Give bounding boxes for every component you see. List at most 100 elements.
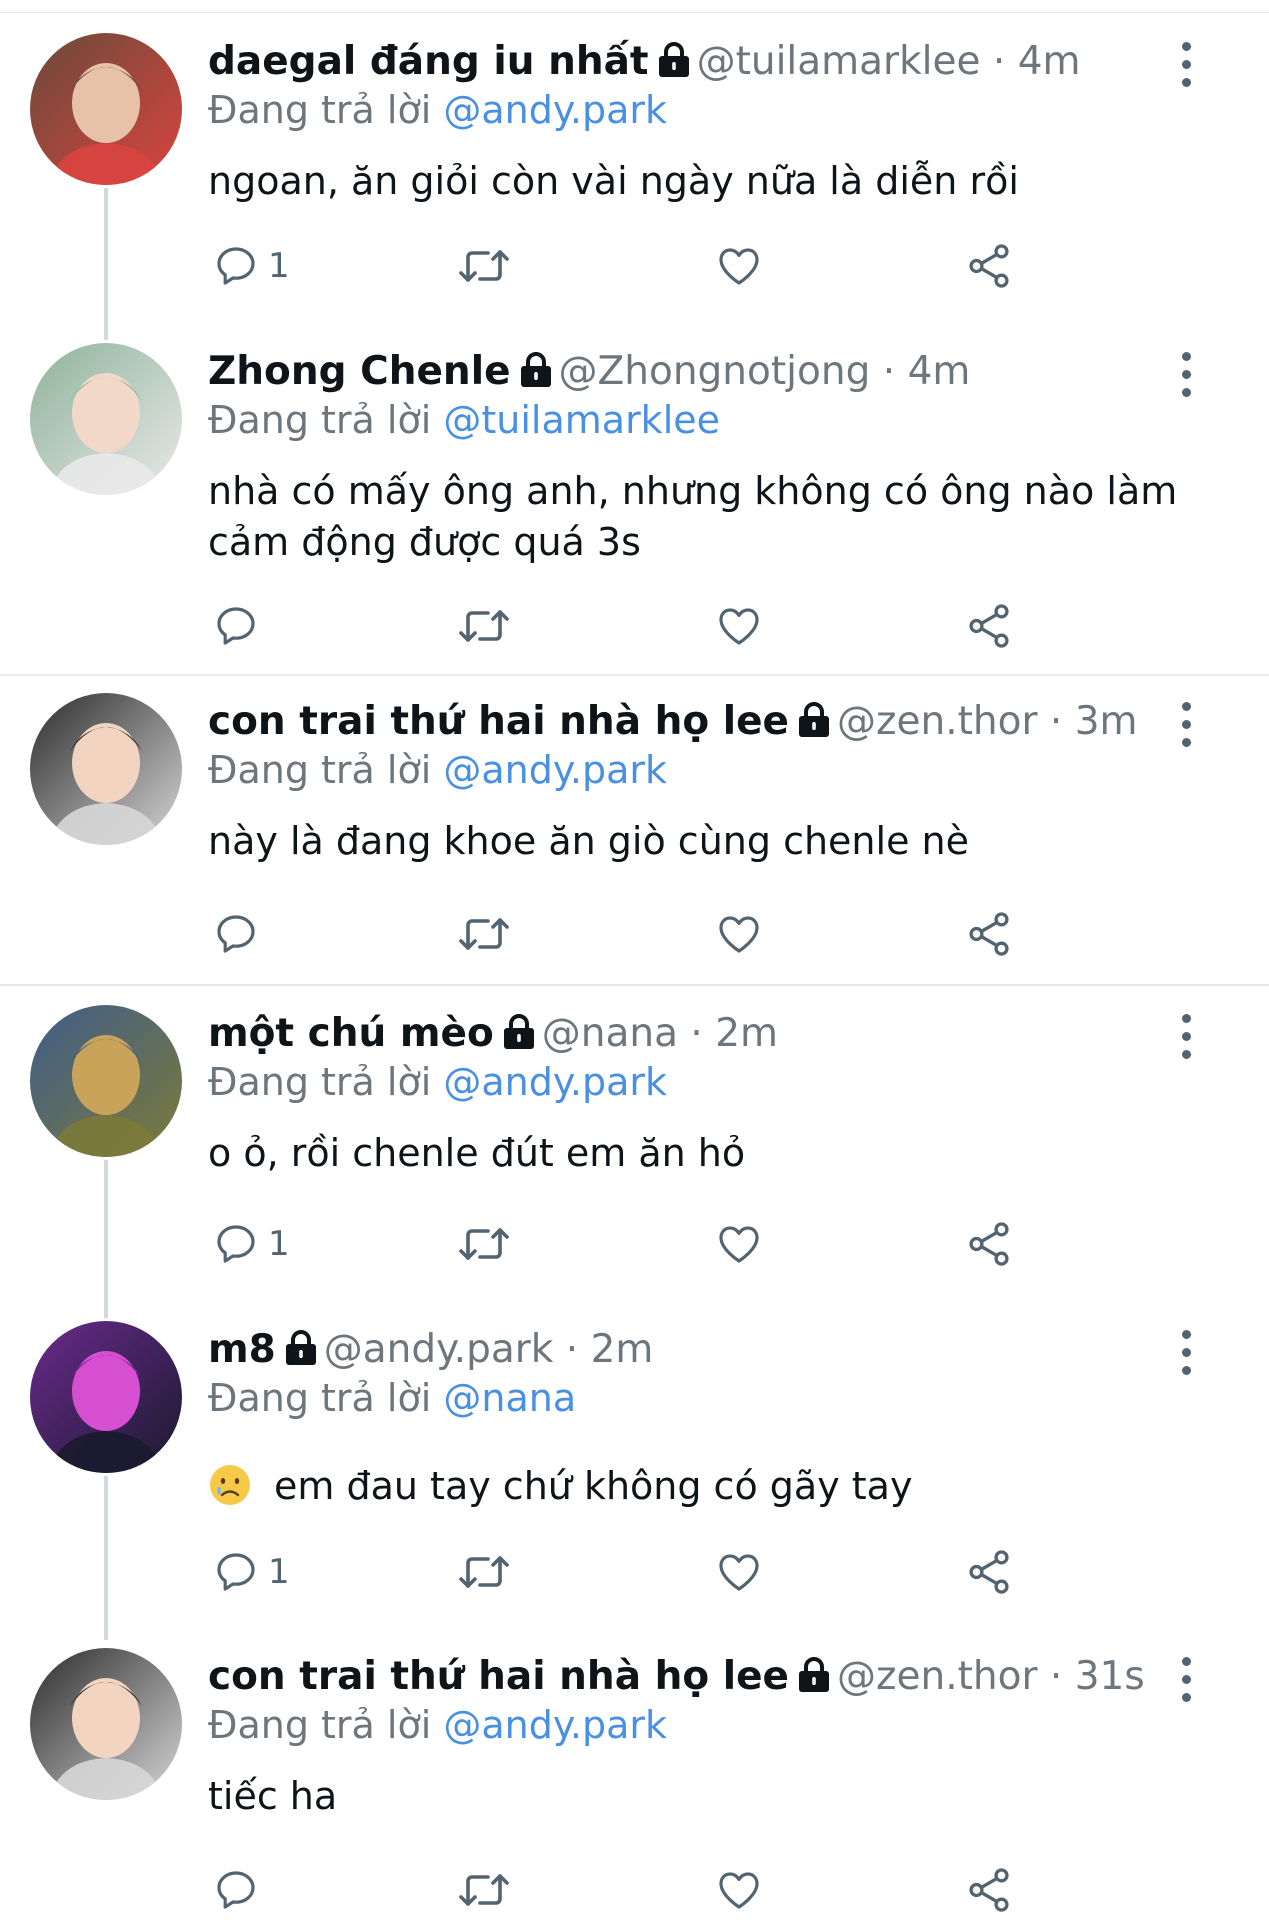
reply-button[interactable] [212, 596, 268, 656]
reply-mention-link[interactable]: @tuilamarklee [443, 398, 720, 442]
user-handle[interactable]: @andy.park [324, 1327, 554, 1372]
tweet-header: Zhong Chenle @Zhongnotjong · 4m [208, 348, 970, 400]
replying-to: Đang trả lời @tuilamarklee [208, 396, 720, 444]
more-options-icon[interactable] [1176, 42, 1196, 102]
like-icon [714, 602, 764, 650]
avatar[interactable] [30, 693, 182, 845]
share-button[interactable] [964, 904, 1014, 964]
separator-dot: · [992, 39, 1006, 84]
retweet-button[interactable] [456, 596, 512, 656]
like-button[interactable] [714, 236, 764, 296]
display-name[interactable]: m8 [208, 1327, 276, 1372]
reply-button[interactable] [212, 904, 268, 964]
thread-line [104, 1476, 108, 1640]
tweet-text-body: ngoan, ăn giỏi còn vài ngày nữa là diễn … [208, 159, 1019, 203]
display-name[interactable]: Zhong Chenle [208, 349, 511, 394]
share-button[interactable] [964, 1542, 1014, 1602]
replying-to-label: Đang trả lời [208, 748, 432, 792]
lock-icon [284, 1330, 318, 1378]
separator-dot: · [882, 349, 896, 394]
timestamp[interactable]: 31s [1075, 1654, 1145, 1699]
like-button[interactable] [714, 904, 764, 964]
reply-count: 1 [268, 246, 290, 286]
display-name[interactable]: một chú mèo [208, 1011, 494, 1056]
like-button[interactable] [714, 1214, 764, 1274]
reply-button[interactable] [212, 1860, 268, 1920]
avatar[interactable] [30, 1321, 182, 1473]
tweet-actions: 1 [208, 1214, 1028, 1274]
replying-to: Đang trả lời @andy.park [208, 1058, 667, 1106]
more-options-icon[interactable] [1176, 1014, 1196, 1074]
replying-to-label: Đang trả lời [208, 398, 432, 442]
avatar[interactable] [30, 33, 182, 185]
avatar[interactable] [30, 1005, 182, 1157]
retweet-button[interactable] [456, 1214, 512, 1274]
reply-mention-link[interactable]: @andy.park [443, 1060, 667, 1104]
like-button[interactable] [714, 1542, 764, 1602]
display-name[interactable]: con trai thứ hai nhà họ lee [208, 699, 789, 744]
share-icon [964, 1219, 1014, 1269]
like-button[interactable] [714, 1860, 764, 1920]
reply-button[interactable]: 1 [212, 1214, 290, 1274]
avatar[interactable] [30, 1648, 182, 1800]
replying-to-label: Đang trả lời [208, 1376, 432, 1420]
thread-divider [0, 984, 1269, 986]
reply-mention-link[interactable]: @nana [443, 1376, 576, 1420]
like-button[interactable] [714, 596, 764, 656]
reply-mention-link[interactable]: @andy.park [443, 88, 667, 132]
like-icon [714, 1220, 764, 1268]
reply-icon [212, 602, 260, 650]
retweet-icon [456, 1866, 512, 1914]
like-icon [714, 1548, 764, 1596]
timestamp[interactable]: 2m [591, 1327, 654, 1372]
share-button[interactable] [964, 596, 1014, 656]
user-handle[interactable]: @nana [542, 1011, 678, 1056]
tweet-text: này là đang khoe ăn giò cùng chenle nè [208, 816, 1218, 867]
tweet-actions: 1 [208, 1542, 1028, 1602]
thread-line [104, 1160, 108, 1318]
reply-mention-link[interactable]: @andy.park [443, 1703, 667, 1747]
reply-count: 1 [268, 1224, 290, 1264]
tweet-header: một chú mèo @nana · 2m [208, 1010, 778, 1062]
user-handle[interactable]: @zen.thor [837, 699, 1037, 744]
user-handle[interactable]: @zen.thor [837, 1654, 1037, 1699]
timestamp[interactable]: 3m [1075, 699, 1138, 744]
share-icon [964, 1547, 1014, 1597]
more-options-icon[interactable] [1176, 702, 1196, 762]
more-options-icon[interactable] [1176, 352, 1196, 412]
share-button[interactable] [964, 1860, 1014, 1920]
lock-icon [797, 1657, 831, 1705]
more-options-icon[interactable] [1176, 1330, 1196, 1390]
replying-to: Đang trả lời @andy.park [208, 746, 667, 794]
display-name[interactable]: con trai thứ hai nhà họ lee [208, 1654, 789, 1699]
reply-button[interactable]: 1 [212, 236, 290, 296]
user-handle[interactable]: @tuilamarklee [697, 39, 981, 84]
tweet-actions [208, 1860, 1028, 1920]
share-icon [964, 909, 1014, 959]
retweet-icon [456, 1548, 512, 1596]
timestamp[interactable]: 4m [1018, 39, 1081, 84]
like-icon [714, 242, 764, 290]
user-handle[interactable]: @Zhongnotjong [559, 349, 871, 394]
retweet-button[interactable] [456, 904, 512, 964]
separator-dot: · [565, 1327, 579, 1372]
retweet-button[interactable] [456, 1860, 512, 1920]
timestamp[interactable]: 2m [715, 1011, 778, 1056]
tweet-header: con trai thứ hai nhà họ lee @zen.thor · 3… [208, 698, 1138, 750]
separator-dot: · [690, 1011, 703, 1056]
display-name[interactable]: daegal đáng iu nhất [208, 39, 649, 84]
timestamp[interactable]: 4m [908, 349, 971, 394]
tweet-text: em đau tay chứ không có gãy tay [208, 1461, 1218, 1520]
retweet-button[interactable] [456, 1542, 512, 1602]
retweet-button[interactable] [456, 236, 512, 296]
share-button[interactable] [964, 1214, 1014, 1274]
reply-mention-link[interactable]: @andy.park [443, 748, 667, 792]
reply-button[interactable]: 1 [212, 1542, 290, 1602]
avatar[interactable] [30, 343, 182, 495]
lock-icon [502, 1014, 536, 1062]
replying-to-label: Đang trả lời [208, 1060, 432, 1104]
more-options-icon[interactable] [1176, 1657, 1196, 1717]
share-button[interactable] [964, 236, 1014, 296]
tweet-text: nhà có mấy ông anh, nhưng không có ông n… [208, 466, 1218, 568]
tweet-text-body: em đau tay chứ không có gãy tay [274, 1464, 913, 1508]
